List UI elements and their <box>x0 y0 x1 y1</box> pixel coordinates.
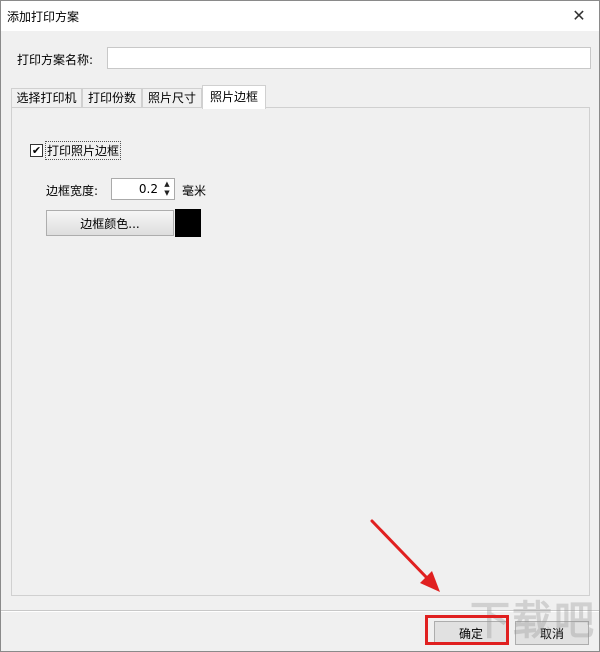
border-width-value[interactable]: 0.2 <box>139 182 158 196</box>
dialog-window: 添加打印方案 ✕ 打印方案名称: 选择打印机 打印份数 照片尺寸 照片边框 ✔ … <box>0 0 600 652</box>
scheme-name-label: 打印方案名称: <box>17 53 94 67</box>
spin-down-icon[interactable]: ▼ <box>162 189 172 198</box>
tab-print-copies[interactable]: 打印份数 <box>82 88 142 108</box>
tab-photo-size[interactable]: 照片尺寸 <box>142 88 202 108</box>
annotation-arrow-icon <box>370 519 440 592</box>
watermark: 下载吧 <box>470 598 596 644</box>
scheme-name-input[interactable] <box>107 47 591 69</box>
spin-up-icon[interactable]: ▲ <box>162 180 172 189</box>
tab-photo-border[interactable]: 照片边框 <box>202 85 266 109</box>
window-title: 添加打印方案 <box>7 10 80 24</box>
close-icon[interactable]: ✕ <box>559 1 599 31</box>
print-border-checkbox[interactable]: ✔ <box>30 144 43 157</box>
border-color-swatch <box>175 209 201 237</box>
tab-select-printer[interactable]: 选择打印机 <box>11 88 82 108</box>
border-width-label: 边框宽度: <box>46 184 99 198</box>
title-bar: 添加打印方案 ✕ <box>1 1 599 31</box>
border-color-button[interactable]: 边框颜色... <box>46 210 174 236</box>
print-border-label[interactable]: 打印照片边框 <box>45 141 122 160</box>
border-width-unit: 毫米 <box>182 184 207 198</box>
tab-panel-photo-border: ✔ 打印照片边框 边框宽度: 0.2 ▲ ▼ 毫米 边框颜色... <box>11 107 590 596</box>
border-width-spinner[interactable]: 0.2 ▲ ▼ <box>111 178 175 200</box>
